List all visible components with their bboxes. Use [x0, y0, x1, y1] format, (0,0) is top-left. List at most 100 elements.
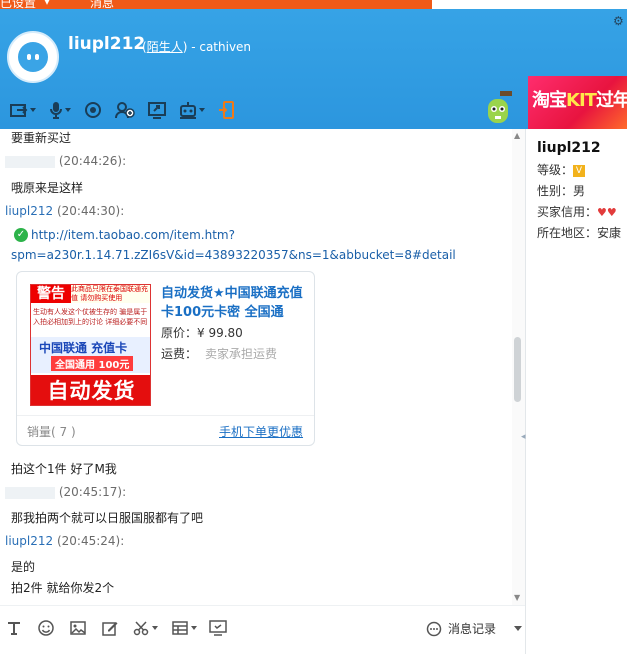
card-image-block: 中国联通 充值卡 全国通用 100元: [31, 337, 150, 373]
remote-assist-button[interactable]: [179, 99, 205, 121]
add-contact-button[interactable]: [115, 99, 135, 121]
robot-icon: [180, 102, 196, 119]
profile-level: 等级： V: [537, 160, 627, 181]
chevron-down-icon[interactable]: [152, 626, 158, 630]
wangwang-face-icon: [18, 42, 48, 72]
message-text: 要重新买过: [11, 131, 72, 145]
image-button[interactable]: [70, 619, 86, 637]
top-mid-label[interactable]: 消息: [90, 0, 114, 9]
table-icon: [172, 621, 188, 635]
chevron-down-icon[interactable]: [199, 108, 205, 112]
message-meta: (20:45:17):: [5, 485, 126, 499]
profile-region: 所在地区：安康: [537, 223, 627, 244]
image-icon: [70, 621, 86, 635]
top-left-label[interactable]: 已设置: [0, 0, 36, 9]
message-text: 哦原来是这样: [11, 181, 84, 195]
share-icon: [148, 102, 166, 119]
collapse-panel-icon[interactable]: ◂: [521, 432, 526, 442]
font-button[interactable]: [6, 619, 22, 637]
level-label: 等级：: [537, 163, 574, 177]
panel-divider: [525, 129, 526, 654]
chevron-down-icon[interactable]: [191, 626, 197, 630]
item-title[interactable]: 自动发货★中国联通充值卡100元卡密 全国通: [161, 284, 309, 322]
share-screen-button[interactable]: [148, 99, 166, 121]
chat-header: liupl212 (陌生人) - cathiven ⚙ 淘宝KIT过年: [0, 9, 627, 129]
camera-icon: [85, 102, 101, 118]
scissors-button[interactable]: [133, 619, 158, 637]
sender-name[interactable]: liupl212: [5, 534, 53, 548]
scrollbar-thumb[interactable]: [514, 337, 521, 402]
screenshot-button[interactable]: [102, 619, 118, 637]
message-time: (20:45:17):: [58, 485, 127, 499]
chat-bubble-icon: [426, 621, 442, 636]
input-toolbar: 消息记录: [0, 605, 525, 651]
message-meta: liupl212 (20:45:24):: [5, 534, 124, 548]
avatar[interactable]: [7, 31, 59, 83]
item-thumbnail[interactable]: 警告 此商品只限在泰国联通充值 请勿购买使用 生动有人发这个仗被生存的 骗是属于…: [30, 284, 151, 406]
message-text: 拍2件 就给你发2个: [11, 581, 115, 595]
mobile-button[interactable]: [218, 99, 236, 121]
mascot-icon[interactable]: [484, 89, 514, 125]
font-icon: [8, 622, 20, 635]
price-label: 原价：: [161, 326, 198, 340]
relation-link[interactable]: 陌生人: [147, 40, 183, 54]
mobile-order-link[interactable]: 手机下单更优惠: [219, 423, 303, 440]
scissors-icon: [133, 621, 149, 636]
top-orange-bar: 已设置 ▾ 消息: [0, 0, 432, 9]
sender-name-blurred: [5, 155, 55, 168]
banner-text-c: 过年: [595, 90, 627, 111]
send-file-button[interactable]: [10, 99, 36, 121]
chat-history: 要重新买过 (20:44:26): 哦原来是这样 liupl212 (20:44…: [0, 129, 512, 605]
item-price: 原价：¥ 99.80: [161, 324, 243, 341]
gender-value: 男: [573, 184, 586, 198]
chevron-down-icon[interactable]: ▾: [44, 0, 50, 8]
message-text: 拍这个1件 好了M我: [11, 462, 117, 476]
profile-panel: liupl212 等级： V 性别：男 买家信用：♥♥ 所在地区：安康: [537, 140, 627, 244]
item-shipping: 运费： 卖家承担运费: [161, 345, 277, 362]
item-url-line2[interactable]: spm=a230r.1.14.71.zZI6sV&id=43893220357&…: [11, 248, 456, 262]
chevron-down-icon[interactable]: [65, 108, 71, 112]
gender-label: 性别：: [537, 184, 574, 198]
message-time: (20:45:24):: [56, 534, 125, 548]
message-history-button[interactable]: 消息记录: [426, 620, 523, 637]
history-label: 消息记录: [448, 622, 497, 636]
emoji-icon: [38, 620, 54, 636]
remote-button[interactable]: [209, 619, 227, 637]
message-text: 那我拍两个就可以日服国服都有了吧: [11, 511, 204, 525]
message-time: (20:44:26):: [58, 154, 127, 168]
send-file-icon: [10, 104, 28, 117]
sender-name[interactable]: liupl212: [5, 204, 53, 218]
scroll-up-icon[interactable]: ▲: [514, 131, 520, 140]
microphone-icon: [50, 102, 62, 119]
level-badge-icon: V: [573, 164, 586, 177]
credit-label: 买家信用：: [537, 205, 598, 219]
item-url-line1[interactable]: http://item.taobao.com/item.htm?: [31, 228, 235, 242]
banner-text-a: 淘宝: [532, 90, 567, 111]
profile-credit: 买家信用：♥♥: [537, 202, 627, 223]
item-card[interactable]: 警告 此商品只限在泰国联通充值 请勿购买使用 生动有人发这个仗被生存的 骗是属于…: [16, 271, 315, 446]
image-line-2: 全国通用 100元: [51, 356, 134, 371]
profile-gender: 性别：男: [537, 181, 627, 202]
phrase-button[interactable]: [172, 619, 197, 637]
region-value: 安康: [597, 226, 622, 240]
price-value: ¥ 99.80: [197, 326, 243, 340]
emoji-button[interactable]: [38, 619, 54, 637]
scroll-down-icon[interactable]: ▼: [514, 593, 520, 602]
chevron-down-icon[interactable]: [30, 108, 36, 112]
promo-banner[interactable]: 淘宝KIT过年: [528, 76, 627, 129]
item-sales: 销量( 7 ): [27, 425, 76, 439]
chevron-down-icon[interactable]: [514, 626, 523, 631]
message-text: 是的: [11, 560, 36, 574]
heart-icon: ♥: [597, 206, 607, 219]
ship-value: 卖家承担运费: [205, 347, 278, 361]
video-button[interactable]: [84, 99, 102, 121]
voice-button[interactable]: [49, 99, 71, 121]
banner-text-b: KIT: [566, 90, 597, 111]
image-line-1: 中国联通 充值卡: [39, 341, 128, 355]
ship-label: 运费：: [161, 347, 198, 361]
contact-name: liupl212: [68, 34, 146, 54]
monitor-icon: [209, 620, 227, 636]
image-auto-ship: 自动发货: [31, 375, 150, 405]
add-user-icon: [115, 102, 135, 119]
gear-icon[interactable]: ⚙: [613, 15, 625, 27]
